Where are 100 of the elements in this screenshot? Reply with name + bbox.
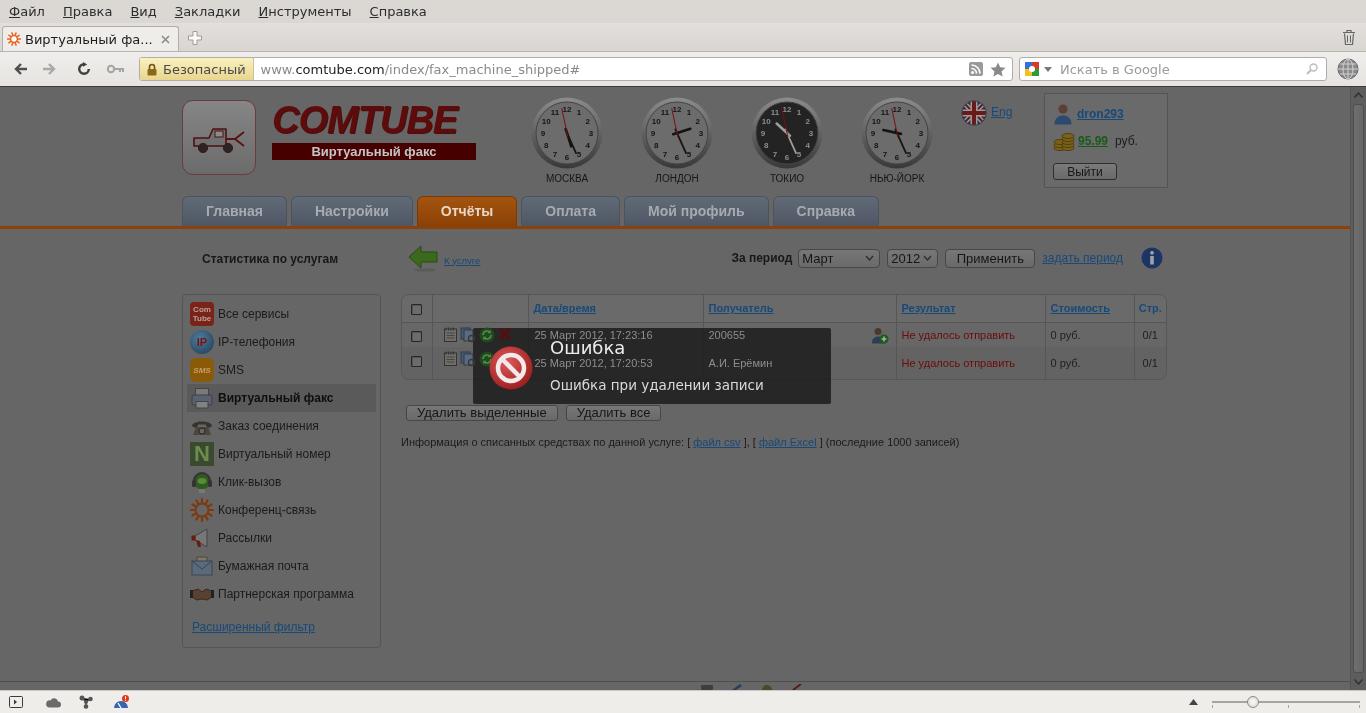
- rss-icon[interactable]: [969, 62, 983, 76]
- scroll-down-icon[interactable]: [1354, 679, 1363, 685]
- custom-period-link[interactable]: задать период: [1042, 251, 1123, 265]
- forward-icon[interactable]: [42, 61, 58, 77]
- sidebar-item[interactable]: Виртуальный факс: [187, 384, 376, 412]
- hour-hand: [564, 127, 573, 148]
- browser-tab[interactable]: Виртуальный фа...: [2, 26, 179, 51]
- reload-icon[interactable]: [77, 62, 91, 76]
- new-tab-icon[interactable]: [186, 30, 203, 46]
- logout-button[interactable]: Выйти: [1053, 163, 1117, 180]
- notepad-icon[interactable]: [443, 326, 457, 342]
- sidebar-item[interactable]: Заказ соединения: [187, 412, 376, 440]
- printer-icon: [190, 386, 214, 410]
- logo-wordmark[interactable]: COMTUBE: [272, 101, 476, 139]
- back-link[interactable]: К услуге: [444, 254, 481, 266]
- delete-all-button[interactable]: Удалить все: [565, 405, 662, 421]
- sidebar-item[interactable]: IP IP-телефония: [187, 328, 376, 356]
- file-link[interactable]: файл csv: [693, 436, 741, 448]
- select-all-checkbox[interactable]: [411, 303, 423, 315]
- second-hand: [781, 108, 789, 138]
- delete-selected-button[interactable]: Удалить выделенные: [406, 405, 558, 421]
- file-link[interactable]: файл Excel: [758, 436, 817, 448]
- sidebar-item[interactable]: Рассылки: [187, 524, 376, 552]
- dial-numeral: 6: [784, 153, 790, 162]
- back-arrow-icon[interactable]: [407, 244, 439, 272]
- notepad-icon[interactable]: [443, 351, 457, 366]
- menu-item[interactable]: Закладки: [165, 2, 250, 21]
- cloud-icon[interactable]: [45, 696, 61, 708]
- flag-icon[interactable]: [961, 100, 987, 126]
- info-icon[interactable]: [1141, 247, 1163, 269]
- nav-tab[interactable]: Мой профиль: [623, 196, 769, 226]
- nav-tab[interactable]: Справка: [772, 196, 879, 226]
- recipient-text: А.И. Ерёмин: [708, 356, 773, 370]
- column-header-link[interactable]: Дата/время: [533, 302, 597, 315]
- menu-item[interactable]: Файл: [0, 2, 54, 21]
- nav-tab[interactable]: Настройки: [290, 196, 413, 226]
- sidebar-item[interactable]: Клик-вызов: [187, 468, 376, 496]
- datetime-text: 25 Март 2012, 17:20:53: [534, 356, 653, 370]
- globe-logo: IP: [190, 330, 214, 354]
- close-icon[interactable]: [160, 34, 170, 44]
- dial-numeral: 6: [564, 153, 570, 162]
- gauge-icon[interactable]: [113, 695, 129, 709]
- address-field[interactable]: Безопасный www.comtube.com/index/fax_machine_shipped#: [139, 57, 1013, 81]
- menu-item[interactable]: Вид: [121, 2, 166, 21]
- apply-button[interactable]: Применить: [945, 248, 1036, 268]
- caret-icon[interactable]: [1044, 67, 1052, 72]
- row-checkbox[interactable]: [411, 331, 423, 343]
- nav-tab[interactable]: Оплата: [521, 196, 620, 226]
- speech-bubble-logo: SMS: [190, 358, 214, 382]
- dial-numeral: 1: [576, 108, 582, 118]
- filter-link[interactable]: Расширенный фильтр: [192, 620, 315, 634]
- footer-icon[interactable]: [790, 684, 804, 690]
- search-engine-icon[interactable]: [1024, 61, 1040, 77]
- menu-item[interactable]: Справка: [360, 2, 436, 21]
- username-link[interactable]: dron293: [1077, 107, 1124, 121]
- column-header-link[interactable]: Получатель: [708, 302, 774, 315]
- footer-icon[interactable]: [700, 684, 714, 690]
- footer-icon[interactable]: [730, 684, 744, 690]
- nav-tab[interactable]: Отчёты: [416, 196, 518, 226]
- globe-icon[interactable]: [1337, 58, 1359, 80]
- slider-thumb[interactable]: [1247, 696, 1260, 708]
- dial-numeral: 11: [660, 108, 670, 118]
- nodes-icon[interactable]: [79, 695, 93, 709]
- truck-icon[interactable]: [182, 100, 256, 175]
- star-icon[interactable]: [990, 61, 1006, 77]
- documents-icon[interactable]: [459, 351, 476, 367]
- delete-icon[interactable]: [497, 326, 512, 341]
- sidebar-item[interactable]: SMS SMS: [187, 356, 376, 384]
- dial-numeral: 6: [674, 153, 680, 162]
- search-icon[interactable]: [1306, 63, 1318, 75]
- scrollbar[interactable]: [1350, 87, 1366, 690]
- menu-item[interactable]: Инструменты: [249, 2, 361, 21]
- menu-item[interactable]: Правка: [53, 2, 122, 21]
- scroll-up-icon[interactable]: [1354, 92, 1363, 98]
- documents-icon[interactable]: [459, 326, 476, 343]
- triangle-icon[interactable]: [1189, 699, 1198, 705]
- key-icon[interactable]: [107, 64, 125, 74]
- search-field[interactable]: Искать в Google: [1019, 57, 1327, 81]
- add-person-icon[interactable]: [870, 326, 889, 344]
- trash-icon[interactable]: [1342, 29, 1356, 45]
- currency-text: руб.: [1115, 134, 1138, 148]
- back-icon[interactable]: [12, 61, 28, 77]
- footer-icon[interactable]: [760, 684, 774, 690]
- sidebar-item[interactable]: Конференц-связь: [187, 496, 376, 524]
- balance-link[interactable]: 95.99: [1078, 134, 1109, 148]
- column-header-link[interactable]: Результат: [901, 302, 956, 315]
- dial-numeral: 3: [918, 129, 924, 138]
- year-select[interactable]: 2012: [887, 248, 939, 268]
- dial-numeral: 2: [695, 117, 700, 126]
- sidebar-item[interactable]: N Виртуальный номер: [187, 440, 376, 468]
- sidebar-item[interactable]: Партнерская программа: [187, 580, 376, 608]
- scrollbar-thumb[interactable]: [1353, 104, 1364, 673]
- sidebar-item[interactable]: Бумажная почта: [187, 552, 376, 580]
- row-checkbox[interactable]: [411, 355, 423, 367]
- panel-toggle-icon[interactable]: [9, 696, 23, 708]
- nav-tab[interactable]: Главная: [182, 196, 287, 226]
- second-hand: [891, 108, 899, 138]
- month-select[interactable]: Март: [798, 248, 881, 268]
- site-identity-button[interactable]: Безопасный: [140, 58, 254, 80]
- language-link[interactable]: Eng: [991, 105, 1013, 119]
